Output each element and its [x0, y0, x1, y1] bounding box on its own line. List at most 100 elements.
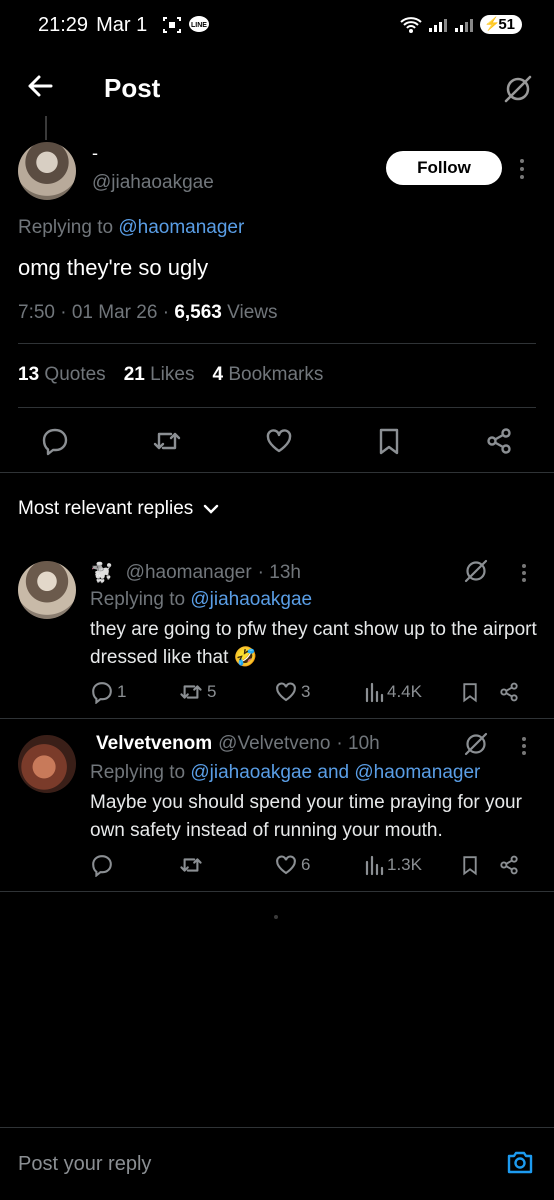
- more-options-button[interactable]: [520, 736, 528, 756]
- signal-icon: [428, 17, 448, 33]
- bookmark-button[interactable]: [375, 426, 403, 456]
- grok-icon: [464, 559, 488, 583]
- reply-header: Velvetvenom @Velvetveno · 10h: [90, 733, 380, 755]
- reply-button[interactable]: [40, 426, 70, 456]
- bookmark-button[interactable]: [460, 854, 498, 876]
- quotes-label: Quotes: [44, 364, 106, 385]
- bookmark-icon: [379, 428, 399, 455]
- replying-to-link[interactable]: @jiahaoakgae: [190, 589, 312, 610]
- status-system-icons: ⚡ 51: [400, 15, 522, 34]
- views-icon: [365, 682, 384, 703]
- kebab-icon: [520, 159, 524, 179]
- wifi-icon: [400, 16, 422, 34]
- share-button[interactable]: [484, 426, 514, 456]
- reply-emoji: 🐩: [90, 563, 114, 584]
- reply-handle[interactable]: @haomanager: [126, 562, 252, 584]
- avatar[interactable]: [18, 735, 76, 793]
- replies-sort-dropdown[interactable]: Most relevant replies: [18, 498, 219, 520]
- views-button[interactable]: 4.4K: [364, 681, 460, 703]
- status-time: 21:29 Mar 1: [38, 14, 147, 37]
- grok-button[interactable]: [462, 557, 490, 585]
- reply-actions: 1 5 3 4.4K: [90, 680, 530, 704]
- reply-text: they are going to pfw they cant show up …: [90, 619, 537, 668]
- repost-icon: [153, 432, 181, 450]
- reply-display-name[interactable]: Velvetvenom: [96, 733, 212, 755]
- views-count: 4.4K: [387, 682, 422, 701]
- reply-actions: 6 1.3K: [90, 853, 530, 877]
- camera-button[interactable]: [506, 1148, 534, 1176]
- status-date: Mar 1: [96, 14, 148, 36]
- post-display-name[interactable]: -: [92, 143, 98, 164]
- reply-text: Maybe you should spend your time praying…: [90, 792, 522, 841]
- replying-to: Replying to @jiahaoakgae: [90, 589, 312, 611]
- likes-stat[interactable]: 21 Likes: [124, 364, 195, 386]
- reply-age: · 13h: [257, 562, 301, 583]
- signal-icon-2: [454, 17, 474, 33]
- grok-button[interactable]: [462, 730, 490, 758]
- post-text: omg they're so ugly: [18, 255, 209, 280]
- line-app-icon: LINE: [188, 15, 210, 35]
- status-notification-icons: LINE: [162, 15, 210, 35]
- like-button[interactable]: [264, 426, 294, 456]
- replying-to: Replying to @jiahaoakgae and @haomanager: [90, 762, 480, 784]
- back-arrow-icon: [28, 75, 53, 97]
- repost-button[interactable]: 5: [178, 680, 274, 704]
- camera-icon: [507, 1151, 533, 1174]
- replying-to: Replying to @haomanager: [18, 217, 244, 239]
- like-count: 6: [301, 855, 311, 874]
- share-icon: [487, 428, 511, 454]
- replying-to-link[interactable]: @jiahaoakgae and @haomanager: [190, 762, 480, 783]
- reply-button[interactable]: 1: [90, 680, 178, 704]
- loading-indicator: [274, 915, 278, 919]
- divider: [18, 343, 536, 344]
- kebab-icon: [522, 737, 526, 755]
- share-button[interactable]: [498, 854, 520, 876]
- reply-icon: [92, 855, 112, 877]
- status-clock: 21:29: [38, 14, 89, 36]
- thread-line: [45, 116, 47, 140]
- more-options-button[interactable]: [520, 563, 528, 583]
- views-count: 6,563: [174, 302, 222, 323]
- bookmarks-stat[interactable]: 4 Bookmarks: [212, 364, 323, 386]
- divider: [0, 718, 554, 719]
- reply-composer-input[interactable]: Post your reply: [18, 1153, 151, 1176]
- bookmark-button[interactable]: [460, 681, 498, 703]
- like-button[interactable]: 6: [274, 853, 364, 877]
- bookmarks-count: 4: [212, 364, 224, 385]
- share-button[interactable]: [498, 681, 520, 703]
- follow-button[interactable]: Follow: [386, 151, 502, 185]
- like-button[interactable]: 3: [274, 680, 364, 704]
- repost-button[interactable]: [151, 426, 183, 456]
- likes-label: Likes: [150, 364, 195, 385]
- repost-icon: [180, 685, 202, 699]
- grok-icon: [464, 732, 488, 756]
- bookmarks-label: Bookmarks: [228, 364, 324, 385]
- likes-count: 21: [123, 364, 145, 385]
- reply-icon: [92, 682, 112, 704]
- views-icon: [365, 855, 384, 876]
- divider: [0, 1127, 554, 1128]
- more-options-button[interactable]: [518, 158, 526, 180]
- bookmark-icon: [463, 856, 477, 876]
- like-count: 3: [301, 682, 311, 701]
- back-button[interactable]: [26, 72, 54, 100]
- bookmark-icon: [463, 683, 477, 703]
- grok-button[interactable]: [502, 73, 534, 105]
- repost-icon: [180, 858, 202, 872]
- post-handle[interactable]: @jiahaoakgae: [92, 172, 214, 194]
- divider: [0, 472, 554, 473]
- chevron-down-icon: [204, 504, 219, 514]
- replying-prefix: Replying to: [90, 589, 186, 610]
- avatar[interactable]: [18, 142, 76, 200]
- repost-button[interactable]: [178, 853, 274, 877]
- svg-text:LINE: LINE: [191, 22, 207, 29]
- share-icon: [500, 682, 518, 702]
- avatar[interactable]: [18, 561, 76, 619]
- reply-button[interactable]: [90, 853, 178, 877]
- quotes-stat[interactable]: 13 Quotes: [18, 364, 106, 386]
- divider: [0, 891, 554, 892]
- page-title: Post: [104, 73, 161, 103]
- replying-to-link[interactable]: @haomanager: [118, 217, 244, 238]
- views-button[interactable]: 1.3K: [364, 854, 460, 876]
- reply-handle[interactable]: @Velvetveno: [218, 733, 330, 755]
